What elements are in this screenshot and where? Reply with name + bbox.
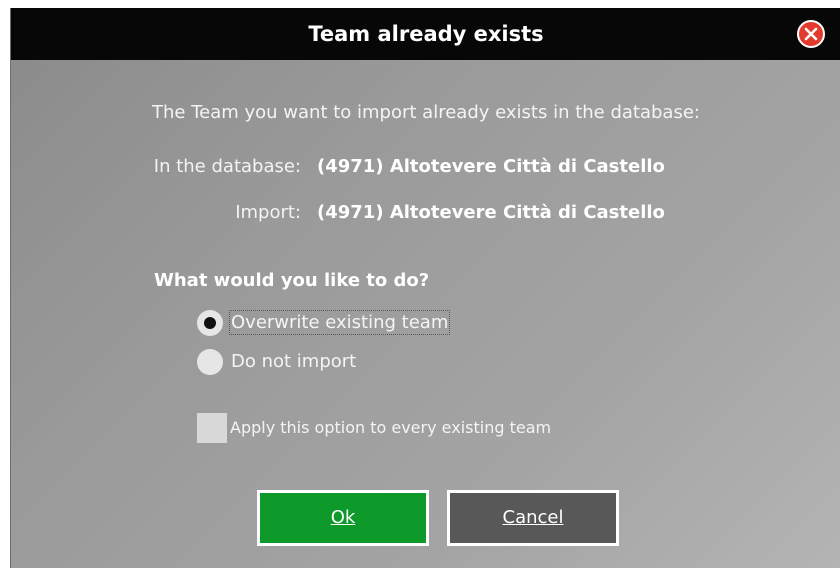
- dialog-title: Team already exists: [308, 22, 544, 46]
- import-team-value: (4971) Altotevere Città di Castello: [317, 202, 665, 223]
- close-icon[interactable]: [797, 20, 825, 48]
- question-heading: What would you like to do?: [154, 270, 430, 291]
- apply-all-checkbox-label[interactable]: Apply this option to every existing team: [230, 418, 551, 437]
- do-not-import-radio[interactable]: [197, 349, 223, 375]
- overwrite-radio[interactable]: [197, 310, 223, 336]
- do-not-import-radio-label[interactable]: Do not import: [231, 351, 356, 372]
- overwrite-radio-label[interactable]: Overwrite existing team: [228, 310, 451, 335]
- ok-button-label: Ok: [330, 507, 356, 528]
- team-exists-dialog: Team already exists The Team you want to…: [10, 8, 840, 568]
- title-bar: Team already exists: [11, 8, 840, 60]
- database-label: In the database:: [153, 156, 301, 177]
- import-label: Import:: [235, 202, 301, 223]
- dialog-message: The Team you want to import already exis…: [152, 102, 700, 123]
- ok-button[interactable]: Ok: [257, 490, 429, 546]
- cancel-button[interactable]: Cancel: [447, 490, 619, 546]
- database-team-value: (4971) Altotevere Città di Castello: [317, 156, 665, 177]
- cancel-button-label: Cancel: [502, 507, 564, 528]
- apply-all-checkbox[interactable]: [197, 413, 227, 443]
- close-x-glyph: [804, 27, 818, 41]
